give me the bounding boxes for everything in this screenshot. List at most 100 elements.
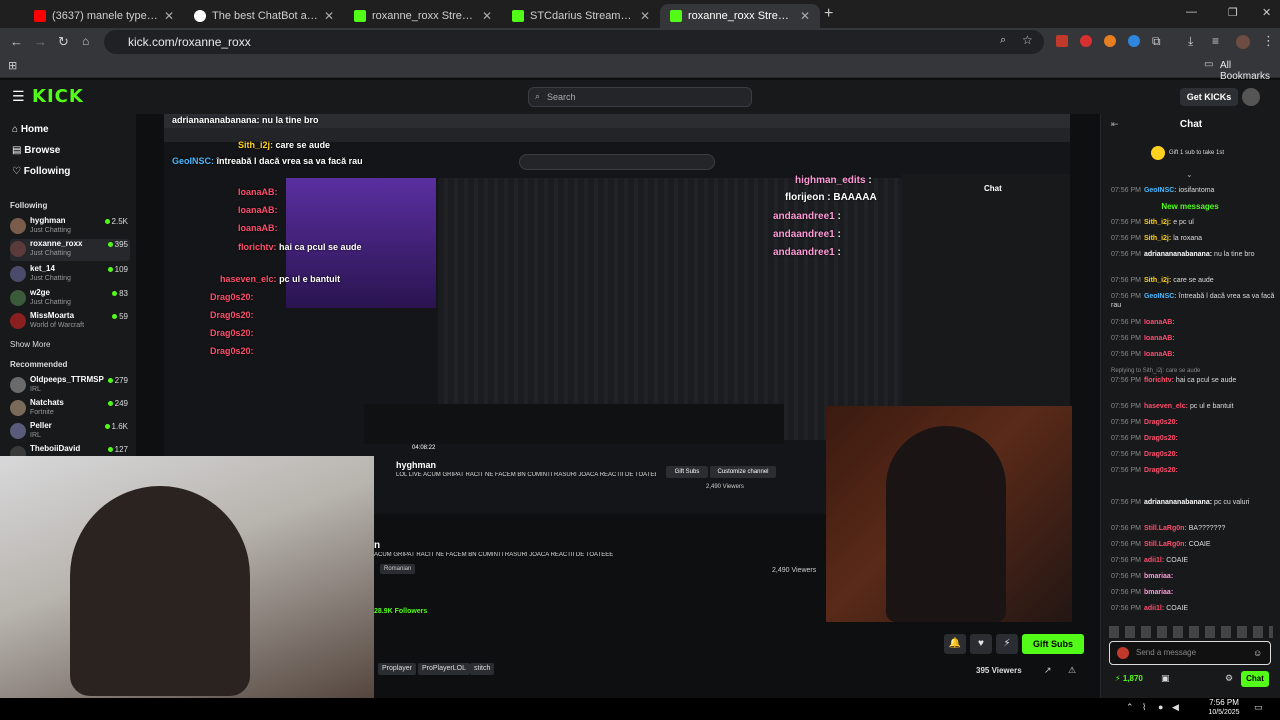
bookmark-star-icon[interactable]: ☆ [1022, 33, 1033, 47]
close-tab-icon[interactable]: ✕ [324, 9, 334, 23]
close-tab-icon[interactable]: ✕ [482, 9, 492, 23]
close-tab-icon[interactable]: ✕ [640, 9, 650, 23]
taskbar-date[interactable]: 10/5/2025 [1202, 709, 1246, 716]
gift-subs-button[interactable]: Gift Subs [1022, 634, 1084, 654]
microphone-icon[interactable]: ● [1158, 702, 1163, 712]
get-kicks-button[interactable]: Get KICKs [1180, 88, 1238, 106]
gift-icon-button[interactable]: ⚡ [996, 634, 1018, 654]
zoom-icon[interactable]: ⌕ [1000, 34, 1006, 47]
close-tab-icon[interactable]: ✕ [800, 9, 810, 23]
chat-username[interactable]: IoanaAB: [1144, 319, 1175, 326]
chat-username[interactable]: Still.LaRg0n: [1144, 525, 1187, 532]
live-dot-icon [107, 378, 113, 383]
chat-username[interactable]: Drag0s20: [1144, 435, 1178, 442]
taskbar-time[interactable]: 7:56 PM [1206, 698, 1242, 707]
extension-icon[interactable] [1104, 35, 1116, 47]
chat-username[interactable]: Sith_i2j: [1144, 219, 1171, 226]
chat-username[interactable]: haseven_elc: [1144, 403, 1188, 410]
notifications-icon[interactable]: ▭ [1254, 702, 1263, 713]
back-icon[interactable]: ← [10, 34, 23, 49]
chat-username[interactable]: florichtv: [1144, 377, 1174, 384]
following-channel-missmoarta[interactable]: MissMoarta World of Warcraft 59 [10, 311, 130, 333]
kick-logo[interactable]: KICK [32, 86, 84, 107]
follow-heart-button[interactable]: ♥ [970, 634, 992, 654]
chat-username[interactable]: Drag0s20: [1144, 451, 1178, 458]
chat-username[interactable]: bmariaa: [1144, 573, 1173, 580]
minimize-icon[interactable]: — [1186, 6, 1197, 18]
tray-chevron-icon[interactable]: ⌃ [1126, 702, 1134, 713]
download-icon[interactable]: ⤓ [1188, 34, 1193, 49]
report-icon[interactable]: ⚠ [1068, 665, 1076, 676]
browser-tab-1[interactable]: (3637) manele type beat - instr✕ [24, 4, 184, 28]
browser-tab-5-active[interactable]: roxanne_roxx Stream - Watc✕ [660, 4, 820, 28]
chat-username[interactable]: IoanaAB: [1144, 335, 1175, 342]
url-field[interactable]: kick.com/roxanne_roxx [104, 30, 1044, 54]
close-tab-icon[interactable]: ✕ [164, 9, 174, 23]
forward-icon[interactable]: → [34, 34, 47, 49]
media-control-icon[interactable]: ≡ [1212, 34, 1219, 48]
chat-message-input[interactable]: Send a message [1109, 641, 1271, 665]
show-more-link[interactable]: Show More [10, 340, 50, 349]
restore-icon[interactable]: ❐ [1228, 6, 1238, 19]
browser-tab-2[interactable]: The best ChatBot and Widgets✕ [184, 4, 344, 28]
extension-icon[interactable] [1056, 35, 1068, 47]
all-bookmarks-button[interactable]: All Bookmarks [1220, 60, 1280, 82]
tag-stitch[interactable]: stitch [470, 663, 495, 675]
chat-username[interactable]: Drag0s20: [1144, 467, 1178, 474]
browse-icon: ▤ [12, 145, 25, 156]
reload-icon[interactable]: ↻ [58, 34, 69, 50]
chat-username[interactable]: GeoINSC: [1144, 293, 1177, 300]
nested-gift-subs: Gift Subs [666, 466, 708, 478]
pinned-gift-banner[interactable]: Gift 1 sub to take 1st [1169, 150, 1224, 156]
sidebar-item-following[interactable]: ♡ Following [12, 166, 70, 177]
following-channel-roxanne[interactable]: roxanne_roxx Just Chatting 395 [10, 239, 130, 261]
home-icon[interactable]: ⌂ [82, 34, 89, 48]
browser-tab-3[interactable]: roxanne_roxx Stream - Watc✕ [344, 4, 502, 28]
chat-username[interactable]: bmariaa: [1144, 589, 1173, 596]
following-channel-ket14[interactable]: ket_14 Just Chatting 109 [10, 264, 130, 286]
recommended-channel[interactable]: Natchats Fortnite 249 [10, 398, 130, 420]
recommended-channel[interactable]: Peller IRL 1.6K [10, 421, 130, 443]
chat-username[interactable]: adrianananabanana: [1144, 251, 1212, 258]
close-window-icon[interactable]: ✕ [1262, 6, 1271, 19]
tag-proplayerlol[interactable]: ProPlayerLOL [418, 663, 470, 675]
profile-avatar[interactable] [1236, 35, 1250, 49]
chevron-down-icon[interactable]: ⌄ [1186, 170, 1193, 179]
chat-username[interactable]: Drag0s20: [1144, 419, 1178, 426]
chat-username[interactable]: Sith_i2j: [1144, 235, 1171, 242]
browser-tab-4[interactable]: STCdarius Stream - Watch Live✕ [502, 4, 660, 28]
settings-gear-icon[interactable]: ⚙ [1225, 673, 1233, 684]
recommended-channel[interactable]: Oldpeeps_TTRMSP IRL 279 [10, 375, 130, 397]
new-tab-icon[interactable]: + [824, 5, 833, 23]
stream-tag[interactable]: Romanian [380, 564, 416, 574]
sidebar-item-browse[interactable]: ▤ Browse [12, 145, 60, 156]
chat-username[interactable]: adii1l: [1144, 557, 1164, 564]
send-chat-button[interactable]: Chat [1241, 671, 1269, 687]
wallet-icon[interactable]: ▣ [1161, 673, 1170, 684]
chat-username[interactable]: IoanaAB: [1144, 351, 1175, 358]
emote-bar[interactable] [1109, 626, 1273, 638]
chat-text: hai ca pcul se aude [1175, 377, 1237, 384]
browser-menu-icon[interactable]: ⋮ [1262, 33, 1275, 49]
chat-username[interactable]: adii1l: [1144, 605, 1164, 612]
hamburger-menu-icon[interactable]: ☰ [12, 88, 25, 105]
chat-username[interactable]: GeoINSC: [1144, 187, 1177, 194]
wifi-icon[interactable]: ⌇ [1142, 702, 1146, 713]
volume-icon[interactable]: ◀ [1172, 702, 1179, 713]
following-channel-w2ge[interactable]: w2ge Just Chatting 83 [10, 288, 130, 310]
extensions-puzzle-icon[interactable]: ⧉ [1152, 34, 1161, 49]
apps-grid-icon[interactable]: ⊞ [8, 59, 17, 72]
extension-icon[interactable] [1128, 35, 1140, 47]
tag-proplayer[interactable]: Proplayer [378, 663, 416, 675]
following-channel-hyghman[interactable]: hyghman Just Chatting 2.5K [10, 216, 130, 238]
search-input[interactable]: Search [528, 87, 752, 107]
share-icon[interactable]: ↗ [1044, 665, 1052, 676]
sidebar-item-home[interactable]: ⌂ Home [12, 124, 49, 135]
chat-username[interactable]: Still.LaRg0n: [1144, 541, 1187, 548]
chat-username[interactable]: adrianananabanana: [1144, 499, 1212, 506]
emoji-icon[interactable]: ☺ [1253, 648, 1262, 658]
notification-bell-button[interactable]: 🔔 [944, 634, 966, 654]
user-avatar[interactable] [1242, 88, 1260, 106]
adblock-extension-icon[interactable] [1080, 35, 1092, 47]
chat-username[interactable]: Sith_i2j: [1144, 277, 1171, 284]
